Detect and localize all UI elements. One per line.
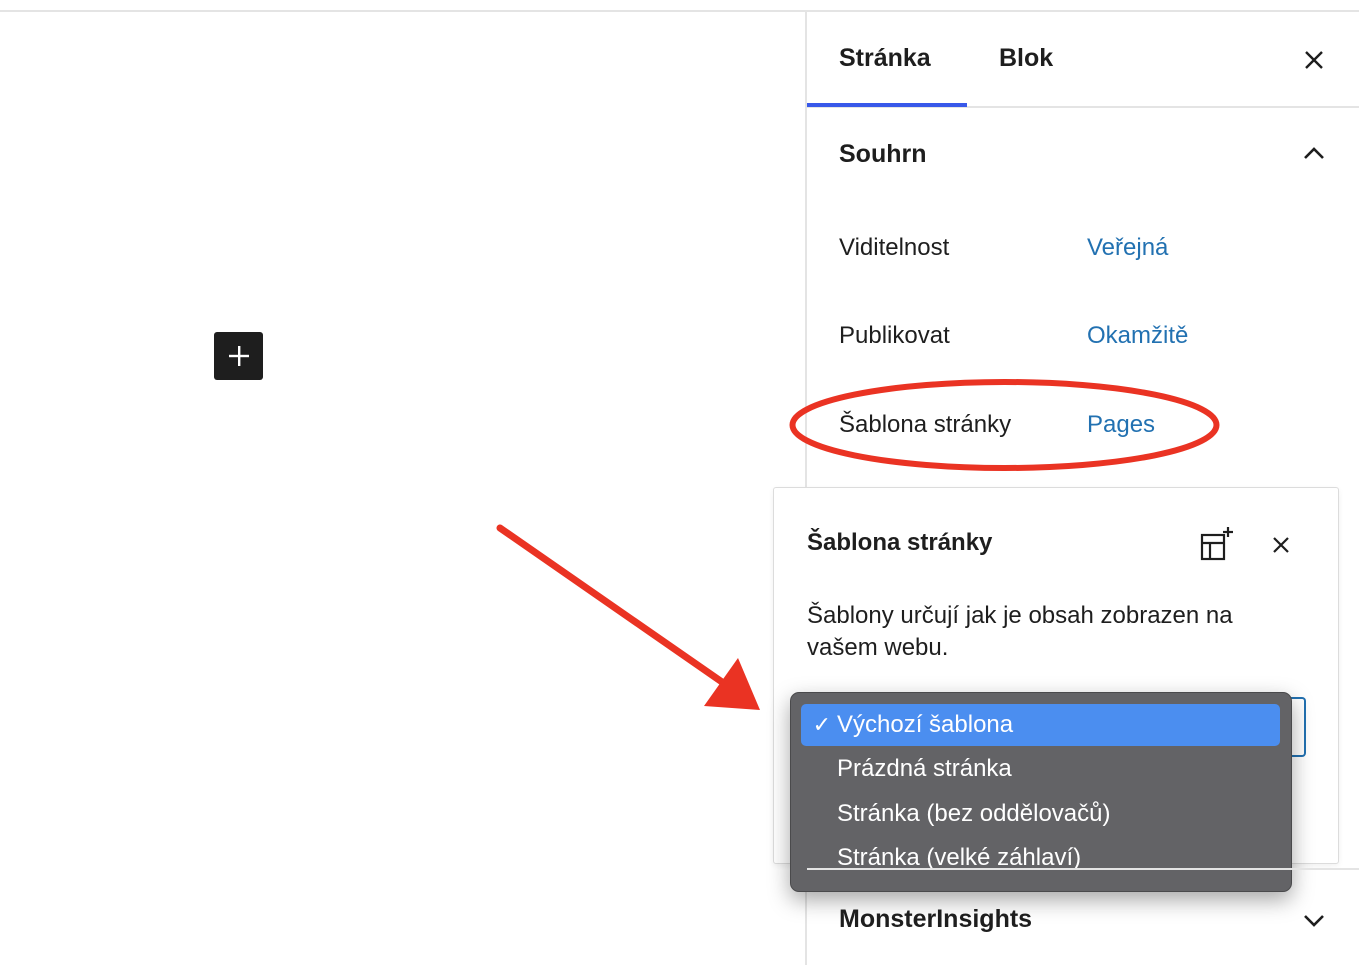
chevron-up-icon (1304, 147, 1324, 159)
dropdown-option-label: Prázdná stránka (837, 755, 1012, 782)
add-template-button[interactable] (1197, 524, 1237, 564)
close-icon (1305, 51, 1323, 69)
chevron-down-icon (1304, 915, 1324, 927)
publish-value[interactable]: Okamžitě (1087, 322, 1188, 350)
dropdown-option-blank[interactable]: Prázdná stránka (801, 748, 1280, 790)
dropdown-option-label: Výchozí šablona (837, 711, 1014, 738)
add-block-button[interactable] (214, 332, 263, 380)
dropdown-option-label: Stránka (bez oddělovačů) (837, 800, 1111, 827)
publish-label: Publikovat (839, 322, 950, 349)
dropdown-option-large-header[interactable]: Stránka (velké záhlaví) (801, 837, 1280, 879)
close-icon (1273, 537, 1289, 553)
active-tab-indicator (807, 103, 967, 107)
top-border (0, 10, 1359, 12)
dropdown-option-default[interactable]: ✓ Výchozí šablona (801, 704, 1280, 746)
dropdown-option-no-separators[interactable]: Stránka (bez oddělovačů) (801, 793, 1280, 835)
visibility-label: Viditelnost (839, 234, 950, 261)
summary-panel-title[interactable]: Souhrn (839, 140, 927, 169)
close-sidebar-button[interactable] (1299, 45, 1329, 75)
add-template-icon (1200, 527, 1233, 561)
annotation-arrow (496, 524, 760, 710)
popover-description: Šablony určují jak je obsah zobrazen na … (807, 602, 1233, 661)
panel-divider (807, 868, 1359, 870)
template-dropdown-menu: ✓ Výchozí šablona Prázdná stránka Stránk… (790, 692, 1292, 892)
plus-icon (228, 346, 249, 366)
popover-title: Šablona stránky (807, 529, 993, 556)
monsterinsights-panel-title[interactable]: MonsterInsights (839, 905, 1032, 934)
visibility-value[interactable]: Veřejná (1087, 234, 1168, 262)
tab-block[interactable]: Blok (999, 44, 1053, 73)
tab-page[interactable]: Stránka (839, 44, 931, 73)
popover-close-button[interactable] (1266, 530, 1296, 560)
monsterinsights-panel-toggle[interactable] (1298, 905, 1330, 935)
summary-panel-toggle[interactable] (1298, 138, 1330, 168)
checkmark-icon: ✓ (812, 712, 831, 737)
annotation-ellipse (789, 379, 1220, 471)
